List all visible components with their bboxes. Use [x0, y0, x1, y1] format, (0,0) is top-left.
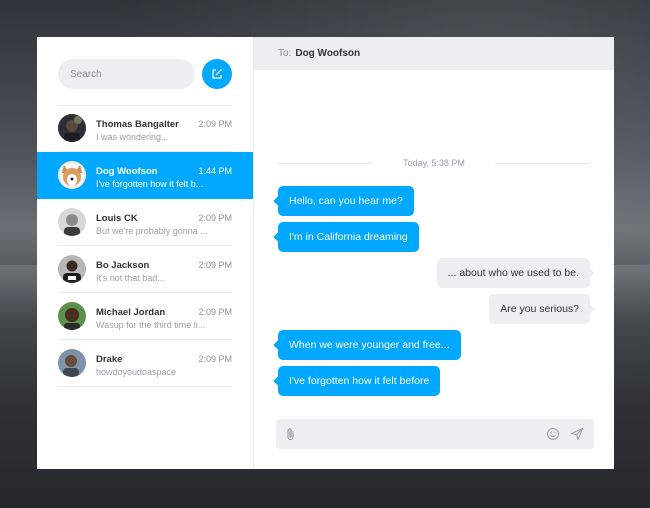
message-bubble-received: When we were younger and free...: [278, 330, 461, 360]
compose-icon: [212, 69, 222, 79]
contact-preview: I've forgotten how it felt b...: [96, 179, 204, 189]
date-divider-text: Today, 5:38 PM: [403, 158, 465, 168]
send-icon[interactable]: [570, 427, 584, 441]
message-text: Are you serious?: [500, 303, 579, 315]
message-bubble-received: I've forgotten how it felt before: [278, 366, 441, 396]
avatar: [58, 302, 86, 330]
sidebar: Thomas Bangalter 2:09 PM I was wondering…: [37, 37, 254, 469]
contact-name: Bo Jackson: [96, 260, 150, 271]
contact-item-thomas-bangalter[interactable]: Thomas Bangalter 2:09 PM I was wondering…: [37, 105, 253, 152]
message-text: Hello, can you hear me?: [289, 195, 403, 207]
message-bubble-received: I'm in California dreaming: [278, 222, 419, 252]
contact-time: 2:09 PM: [198, 213, 232, 223]
contact-time: 2:09 PM: [198, 354, 232, 364]
contact-name: Dog Woofson: [96, 166, 158, 177]
contact-preview: But we're probably gonna ...: [96, 226, 208, 236]
avatar: [58, 161, 86, 189]
attachment-icon[interactable]: [284, 427, 298, 441]
search-row: [58, 59, 232, 89]
contact-time: 2:09 PM: [198, 307, 232, 317]
message-composer: [276, 419, 594, 451]
avatar: [58, 255, 86, 283]
contact-name: Thomas Bangalter: [96, 119, 179, 130]
date-divider: Today, 5:38 PM: [278, 158, 590, 168]
contact-item-louis-ck[interactable]: Louis CK 2:09 PM But we're probably gonn…: [37, 199, 253, 246]
message-text: I've forgotten how it felt before: [289, 375, 430, 387]
message-bubble-sent: ... about who we used to be.: [436, 258, 590, 288]
message-bubble-received: Hello, can you hear me?: [278, 186, 414, 216]
message-text: ... about who we used to be.: [447, 267, 579, 279]
contact-preview: howdoyoudoaspace: [96, 367, 177, 377]
contact-item-bo-jackson[interactable]: Bo Jackson 2:09 PM It's not that bad...: [37, 246, 253, 293]
contact-item-michael-jordan[interactable]: Michael Jordan 2:09 PM Wasup for the thi…: [37, 293, 253, 340]
chat-panel: To: Dog Woofson Today, 5:38 PM Hello, ca…: [254, 37, 614, 469]
contact-time: 1:44 PM: [198, 166, 232, 176]
avatar: [58, 114, 86, 142]
search-input[interactable]: [58, 59, 195, 89]
contact-preview: Wasup for the third time li...: [96, 320, 206, 330]
message-input[interactable]: [304, 419, 528, 451]
compose-button[interactable]: [202, 59, 232, 89]
chat-header: To: Dog Woofson: [254, 37, 614, 70]
contact-list: Thomas Bangalter 2:09 PM I was wondering…: [37, 105, 253, 387]
contact-name: Drake: [96, 354, 123, 365]
contact-preview: It's not that bad...: [96, 273, 165, 283]
message-text: I'm in California dreaming: [289, 231, 408, 243]
message-text: When we were younger and free...: [289, 339, 450, 351]
chat-app-window: Thomas Bangalter 2:09 PM I was wondering…: [37, 37, 614, 469]
recipient-name: Dog Woofson: [295, 48, 361, 59]
contact-item-drake[interactable]: Drake 2:09 PM howdoyoudoaspace: [37, 340, 253, 387]
contact-name: Michael Jordan: [96, 307, 166, 318]
emoji-icon[interactable]: [546, 427, 560, 441]
avatar: [58, 349, 86, 377]
contact-item-dog-woofson[interactable]: Dog Woofson 1:44 PM I've forgotten how i…: [37, 152, 253, 199]
recipient-label: To:: [278, 48, 292, 59]
contact-name: Louis CK: [96, 213, 138, 224]
message-bubble-sent: Are you serious?: [489, 294, 590, 324]
contact-time: 2:09 PM: [198, 119, 232, 129]
contact-preview: I was wondering...: [96, 132, 169, 142]
contact-time: 2:09 PM: [198, 260, 232, 270]
avatar: [58, 208, 86, 236]
